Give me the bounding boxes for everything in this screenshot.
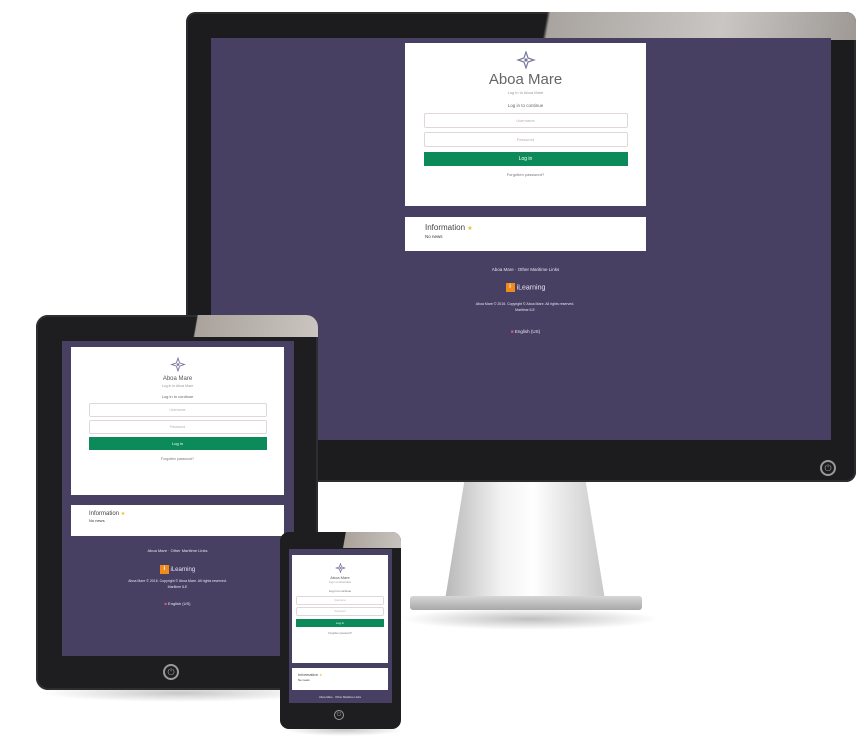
copyright-line-2: Maritime ILE bbox=[515, 308, 535, 312]
flag-icon: ■ bbox=[164, 601, 167, 606]
footer-links[interactable]: Aboa Mare · Other Maritime Links bbox=[405, 267, 646, 272]
flag-icon: ■ bbox=[510, 329, 514, 334]
phone-info-card: Information ★ No news bbox=[292, 668, 388, 690]
info-title: Information bbox=[89, 511, 120, 517]
page-title: Aboa Mare bbox=[488, 71, 563, 88]
star-icon: ★ bbox=[319, 673, 323, 677]
tablet-info-card: Information ★ No news bbox=[71, 505, 284, 536]
forgot-password-link[interactable]: Forgotten password? bbox=[405, 172, 646, 177]
login-heading: Log in to continue bbox=[328, 589, 352, 593]
copyright-text: Aboa Mare © 2016. Copyright © Aboa Mare.… bbox=[425, 301, 625, 313]
monitor-stand-neck bbox=[445, 482, 605, 600]
monitor-info-card: Information ★ No news bbox=[405, 217, 646, 251]
login-heading: Log in to continue bbox=[507, 103, 544, 108]
page-subtitle: Log in to Aboa Mare bbox=[328, 581, 352, 584]
page-title: Aboa Mare bbox=[330, 575, 350, 580]
login-button[interactable]: Log in bbox=[296, 619, 384, 627]
username-input[interactable]: Username bbox=[296, 596, 384, 605]
phone-gloss-highlight bbox=[336, 532, 401, 548]
language-selector[interactable]: ■ English (US) bbox=[405, 329, 646, 334]
info-title: Information bbox=[298, 672, 319, 677]
monitor-login-card: Aboa Mare Log in to Aboa Mare Log in to … bbox=[405, 43, 646, 206]
tablet-power-icon[interactable]: ⏻ bbox=[163, 664, 179, 680]
login-button[interactable]: Log in bbox=[88, 437, 267, 450]
info-title: Information bbox=[425, 223, 466, 232]
password-input[interactable]: Password bbox=[296, 607, 384, 616]
phone-login-card: Aboa Mare Log in to Aboa Mare Log in to … bbox=[292, 555, 388, 663]
tablet-login-card: Aboa Mare Log in to Aboa Mare Log in to … bbox=[71, 347, 284, 495]
info-body: No news bbox=[89, 518, 105, 523]
ilearn-icon: i bbox=[505, 283, 515, 292]
page-title: Aboa Mare bbox=[162, 376, 193, 382]
password-input[interactable]: Password bbox=[88, 420, 267, 434]
footer-links[interactable]: Aboa Mare · Other Maritime Links bbox=[292, 695, 388, 699]
monitor-stand-base bbox=[410, 596, 642, 610]
page-subtitle: Log in to Aboa Mare bbox=[161, 384, 194, 388]
info-body: No news bbox=[298, 678, 310, 682]
ilearn-label: iLearning bbox=[516, 284, 546, 292]
ilearn-logo: i iLearning bbox=[71, 565, 284, 574]
page-subtitle: Log in to Aboa Mare bbox=[507, 90, 544, 95]
compass-star-icon bbox=[515, 51, 536, 69]
username-input[interactable]: Username bbox=[423, 113, 628, 128]
copyright-text: Aboa Mare © 2016. Copyright © Aboa Mare.… bbox=[95, 578, 260, 590]
language-label: English (US) bbox=[168, 601, 191, 606]
login-button[interactable]: Log in bbox=[423, 152, 628, 166]
language-label: English (US) bbox=[514, 329, 541, 334]
monitor-base-shadow bbox=[400, 608, 660, 630]
compass-star-icon bbox=[169, 357, 186, 372]
forgot-password-link[interactable]: Forgotten password? bbox=[292, 632, 388, 635]
ilearn-label: iLearning bbox=[170, 567, 196, 574]
footer-links[interactable]: Aboa Mare · Other Maritime Links bbox=[71, 548, 284, 553]
login-heading: Log in to continue bbox=[161, 394, 194, 399]
star-icon: ★ bbox=[467, 226, 473, 232]
ilearn-icon: i bbox=[159, 565, 169, 574]
ilearn-logo: i iLearning bbox=[405, 283, 646, 292]
password-input[interactable]: Password bbox=[423, 132, 628, 147]
info-body: No news bbox=[425, 234, 443, 239]
username-input[interactable]: Username bbox=[88, 403, 267, 417]
monitor-power-icon[interactable]: ⏻ bbox=[820, 460, 836, 476]
compass-star-icon bbox=[334, 563, 346, 573]
copyright-line-2: Maritime ILE bbox=[167, 585, 188, 589]
language-selector[interactable]: ■ English (US) bbox=[71, 601, 284, 606]
forgot-password-link[interactable]: Forgotten password? bbox=[71, 457, 284, 461]
star-icon: ★ bbox=[120, 511, 126, 517]
phone-power-icon[interactable]: ⏻ bbox=[334, 710, 344, 720]
monitor-gloss-highlight bbox=[520, 12, 856, 40]
tablet-gloss-highlight bbox=[180, 315, 318, 337]
